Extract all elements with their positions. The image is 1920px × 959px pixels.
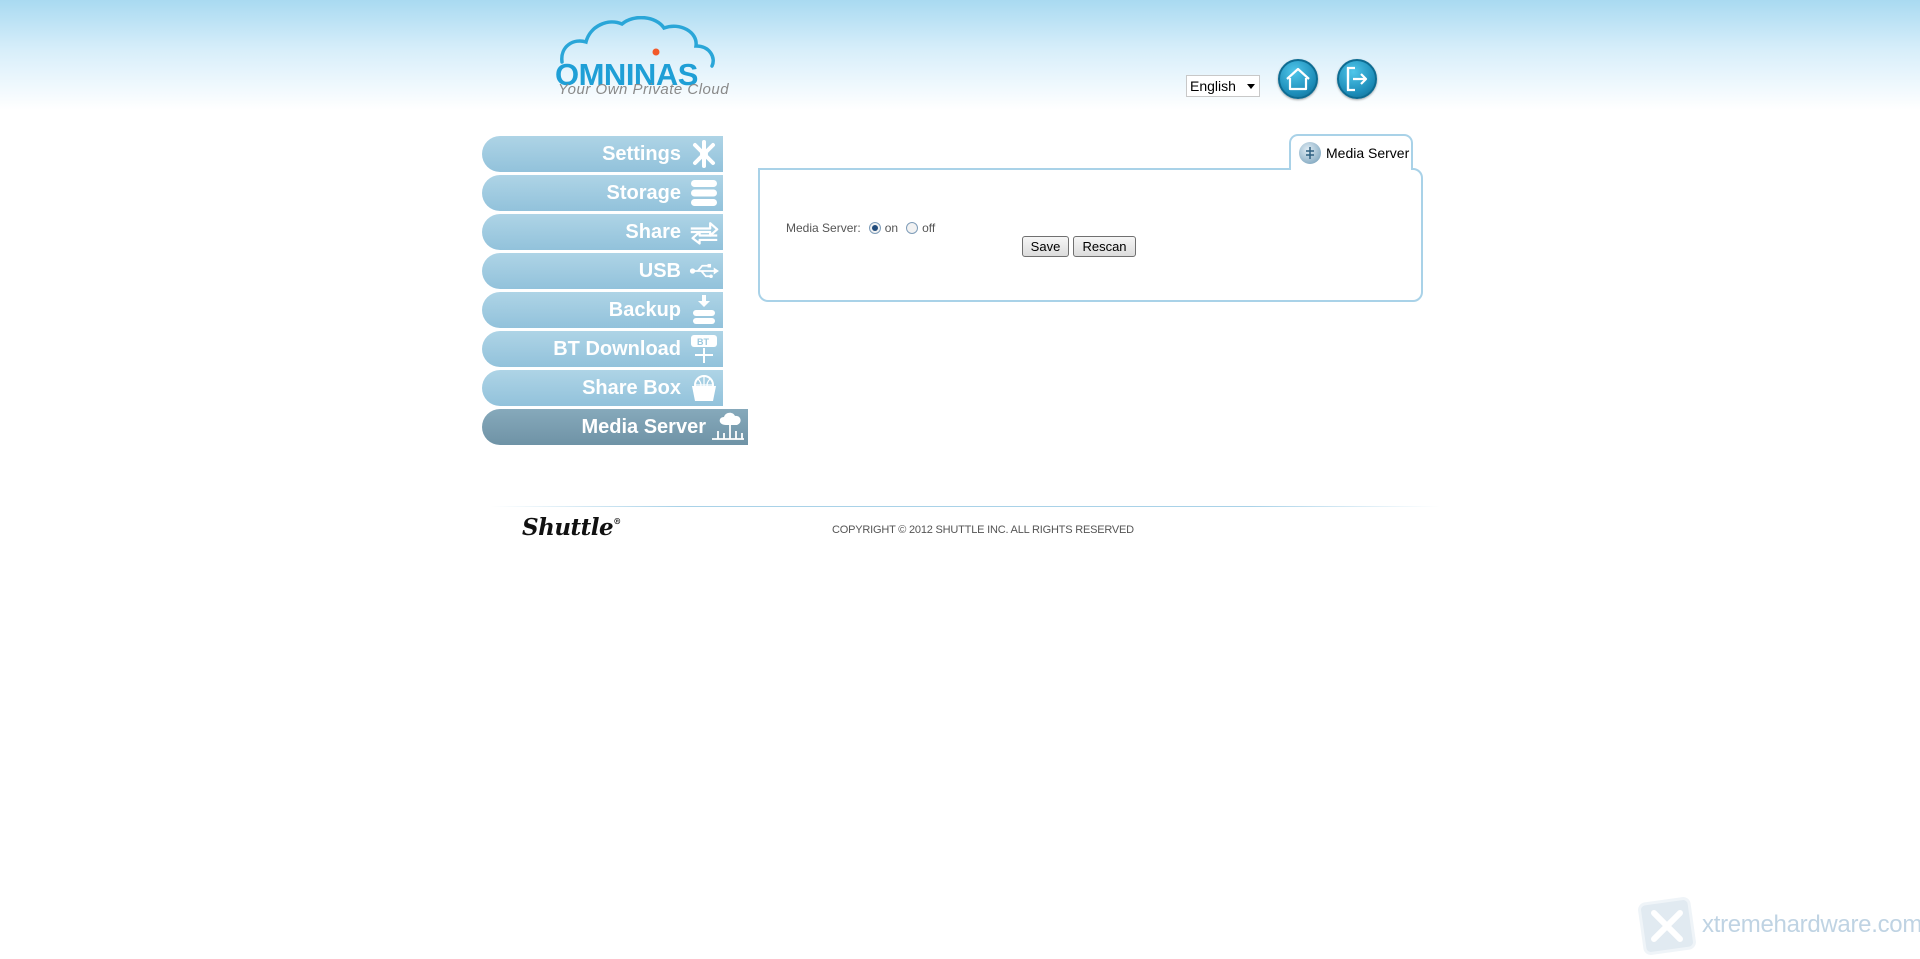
sidebar-item-backup[interactable]: Backup (482, 292, 723, 328)
footer-divider (490, 506, 1440, 507)
sidebar-nav: Settings Storage Share USB Backup BT Dow… (482, 136, 752, 448)
svg-text:BT: BT (697, 337, 709, 347)
bt-download-icon: BT (689, 335, 719, 363)
usb-icon (689, 257, 719, 285)
radio-off-label: off (922, 221, 936, 235)
sidebar-item-storage[interactable]: Storage (482, 175, 723, 211)
logo-slogan: Your Own Private Cloud (558, 81, 730, 98)
logout-button[interactable] (1337, 59, 1377, 99)
media-server-toggle-row: Media Server: on off (786, 221, 935, 235)
sidebar-item-settings[interactable]: Settings (482, 136, 723, 172)
language-select[interactable]: English (1186, 75, 1260, 97)
sidebar-item-label: Media Server (581, 415, 706, 438)
footer-copyright: COPYRIGHT © 2012 SHUTTLE INC. ALL RIGHTS… (832, 524, 1134, 536)
media-server-label: Media Server: (786, 221, 861, 235)
sidebar-item-share[interactable]: Share (482, 214, 723, 250)
tab-media-server[interactable]: Media Server (1289, 134, 1413, 170)
sidebar-item-label: Storage (606, 181, 681, 204)
page-root: OMNINAS Your Own Private Cloud English S… (0, 0, 1920, 959)
save-button[interactable]: Save (1022, 236, 1069, 257)
watermark-text: xtremehardware.com (1702, 911, 1920, 938)
registered-mark: ® (613, 516, 621, 526)
media-server-icon (708, 412, 746, 441)
header-background (0, 0, 1920, 110)
chevron-down-icon (1247, 84, 1255, 89)
sidebar-item-media-server[interactable]: Media Server (482, 409, 748, 445)
share-arrows-icon (689, 218, 719, 246)
tab-label: Media Server (1326, 145, 1410, 161)
share-box-icon (689, 374, 719, 402)
watermark-logo (1634, 893, 1700, 959)
shuttle-logo: Shuttle® (522, 514, 621, 541)
sidebar-item-label: USB (638, 259, 681, 282)
tools-icon (689, 140, 719, 168)
radio-on[interactable] (868, 222, 881, 234)
tab-panel-joint (1291, 166, 1411, 171)
logout-icon (1346, 66, 1368, 92)
media-server-icon (1299, 142, 1321, 164)
sidebar-item-label: BT Download (553, 337, 681, 360)
storage-icon (689, 179, 719, 207)
home-button[interactable] (1278, 59, 1318, 99)
sidebar-item-usb[interactable]: USB (482, 253, 723, 289)
home-icon (1286, 67, 1310, 91)
sidebar-item-label: Share Box (582, 376, 681, 399)
sidebar-item-bt-download[interactable]: BT Download BT (482, 331, 723, 367)
radio-on-label: on (884, 221, 899, 235)
sidebar-item-label: Share (625, 220, 681, 243)
rescan-button[interactable]: Rescan (1073, 236, 1136, 257)
sidebar-item-share-box[interactable]: Share Box (482, 370, 723, 406)
footer-brand-text: Shuttle (522, 514, 614, 541)
media-server-panel (758, 168, 1423, 302)
sidebar-item-label: Settings (602, 142, 681, 165)
backup-icon (689, 295, 719, 324)
sidebar-item-label: Backup (608, 298, 681, 321)
radio-off[interactable] (906, 222, 919, 234)
language-value: English (1190, 78, 1236, 94)
